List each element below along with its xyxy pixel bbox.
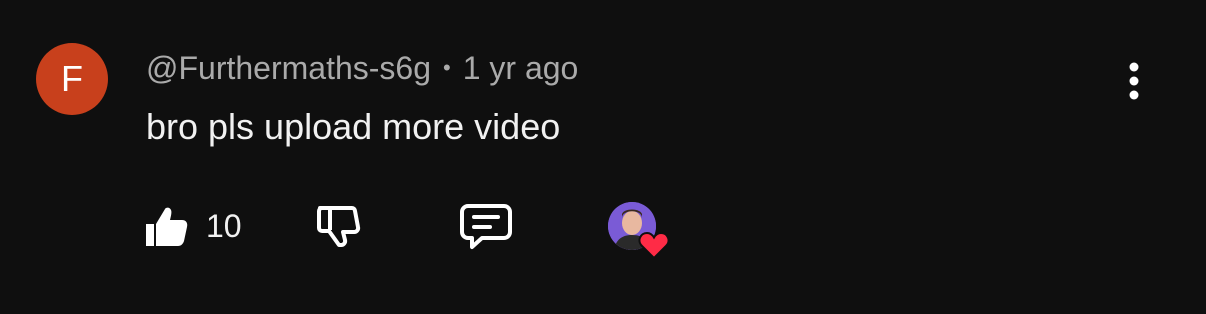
comment-icon <box>460 204 512 249</box>
like-count: 10 <box>206 207 242 244</box>
thumbs-up-icon <box>146 207 188 246</box>
more-options-button[interactable] <box>1114 56 1154 104</box>
creator-heart[interactable] <box>608 202 672 260</box>
heart-icon <box>638 231 670 260</box>
comment-text: bro pls upload more video <box>146 106 561 147</box>
dislike-button[interactable] <box>312 200 362 252</box>
comment-timestamp[interactable]: 1 yr ago <box>463 50 579 87</box>
like-button[interactable]: 10 <box>142 200 242 252</box>
vertical-ellipsis-icon <box>1129 62 1139 100</box>
comment-header: @Furthermaths-s6g • 1 yr ago <box>146 48 578 88</box>
author-avatar[interactable]: F <box>36 43 108 115</box>
meta-separator: • <box>443 55 451 80</box>
avatar-letter: F <box>61 58 83 99</box>
comment-card: F @Furthermaths-s6g • 1 yr ago bro pls u… <box>0 0 1206 314</box>
author-name[interactable]: @Furthermaths-s6g <box>146 50 431 87</box>
reply-button[interactable] <box>458 200 514 252</box>
thumbs-down-icon <box>317 206 361 247</box>
